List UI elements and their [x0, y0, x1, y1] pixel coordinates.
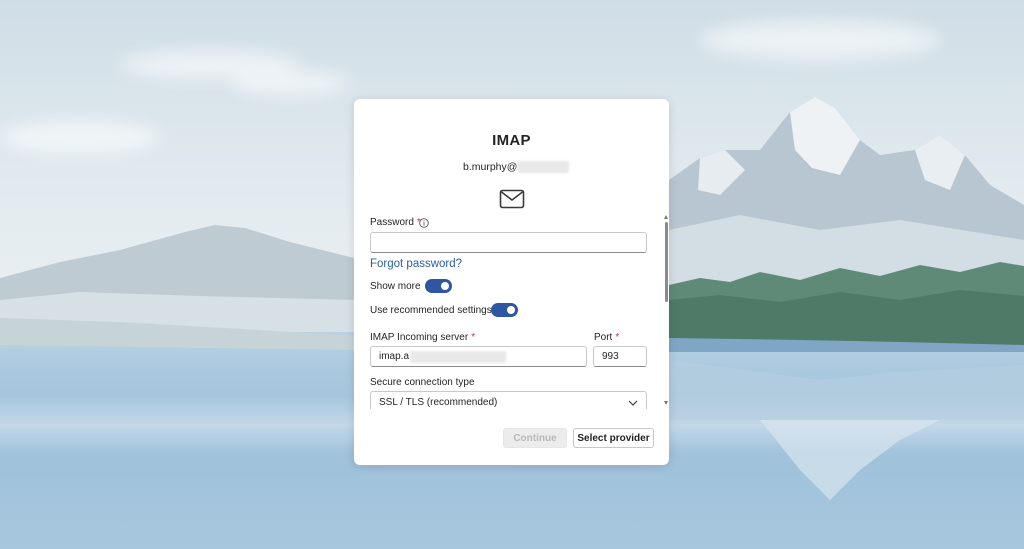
port-value: 993	[602, 351, 619, 362]
password-label: Password *	[370, 217, 421, 228]
forest-shadow	[669, 290, 1024, 345]
form-scroll-area[interactable]: Password * Forgot password? Show more Use…	[354, 213, 669, 409]
password-input[interactable]	[370, 232, 647, 253]
chevron-down-icon	[628, 400, 638, 406]
use-recommended-label: Use recommended settings	[370, 305, 492, 316]
redacted-domain	[517, 161, 570, 174]
forgot-password-link[interactable]: Forgot password?	[370, 258, 462, 270]
incoming-server-label: IMAP Incoming server *	[370, 332, 475, 343]
account-email: b.murphy@	[463, 161, 570, 174]
secure-connection-value: SSL / TLS (recommended)	[379, 397, 498, 408]
required-mark: *	[615, 332, 620, 343]
mail-envelope-icon	[499, 189, 525, 209]
port-label: Port *	[594, 332, 619, 343]
account-email-prefix: b.murphy@	[463, 161, 518, 173]
incoming-server-input[interactable]: imap.a	[370, 346, 587, 367]
secure-connection-select[interactable]: SSL / TLS (recommended)	[370, 391, 647, 409]
required-mark: *	[471, 332, 476, 343]
password-label-text: Password	[370, 217, 414, 228]
left-mountain	[0, 225, 354, 300]
incoming-server-value: imap.a	[379, 351, 410, 362]
select-provider-button[interactable]: Select provider	[573, 428, 654, 448]
imap-dialog: IMAP b.murphy@ Password * Forgot password…	[354, 99, 669, 465]
port-input[interactable]: 993	[593, 346, 647, 367]
toggle-knob	[441, 282, 449, 290]
scroll-up-arrow[interactable]	[664, 215, 668, 219]
show-more-label: Show more	[370, 281, 421, 292]
show-more-toggle[interactable]	[425, 279, 452, 293]
toggle-knob	[507, 306, 515, 314]
dialog-title: IMAP	[492, 132, 531, 149]
info-circle-icon[interactable]	[419, 218, 429, 228]
port-label-text: Port	[594, 332, 613, 343]
use-recommended-toggle[interactable]	[491, 303, 518, 317]
incoming-server-label-text: IMAP Incoming server	[370, 332, 469, 343]
secure-connection-label: Secure connection type	[370, 377, 475, 388]
form-scrollbar[interactable]	[664, 214, 669, 408]
continue-button[interactable]: Continue	[503, 428, 567, 448]
snow-reflection	[760, 420, 940, 500]
redacted-server	[410, 350, 507, 363]
mountain-reflection	[669, 360, 1024, 420]
scrollbar-thumb[interactable]	[665, 222, 668, 302]
scroll-down-arrow[interactable]	[664, 401, 668, 405]
